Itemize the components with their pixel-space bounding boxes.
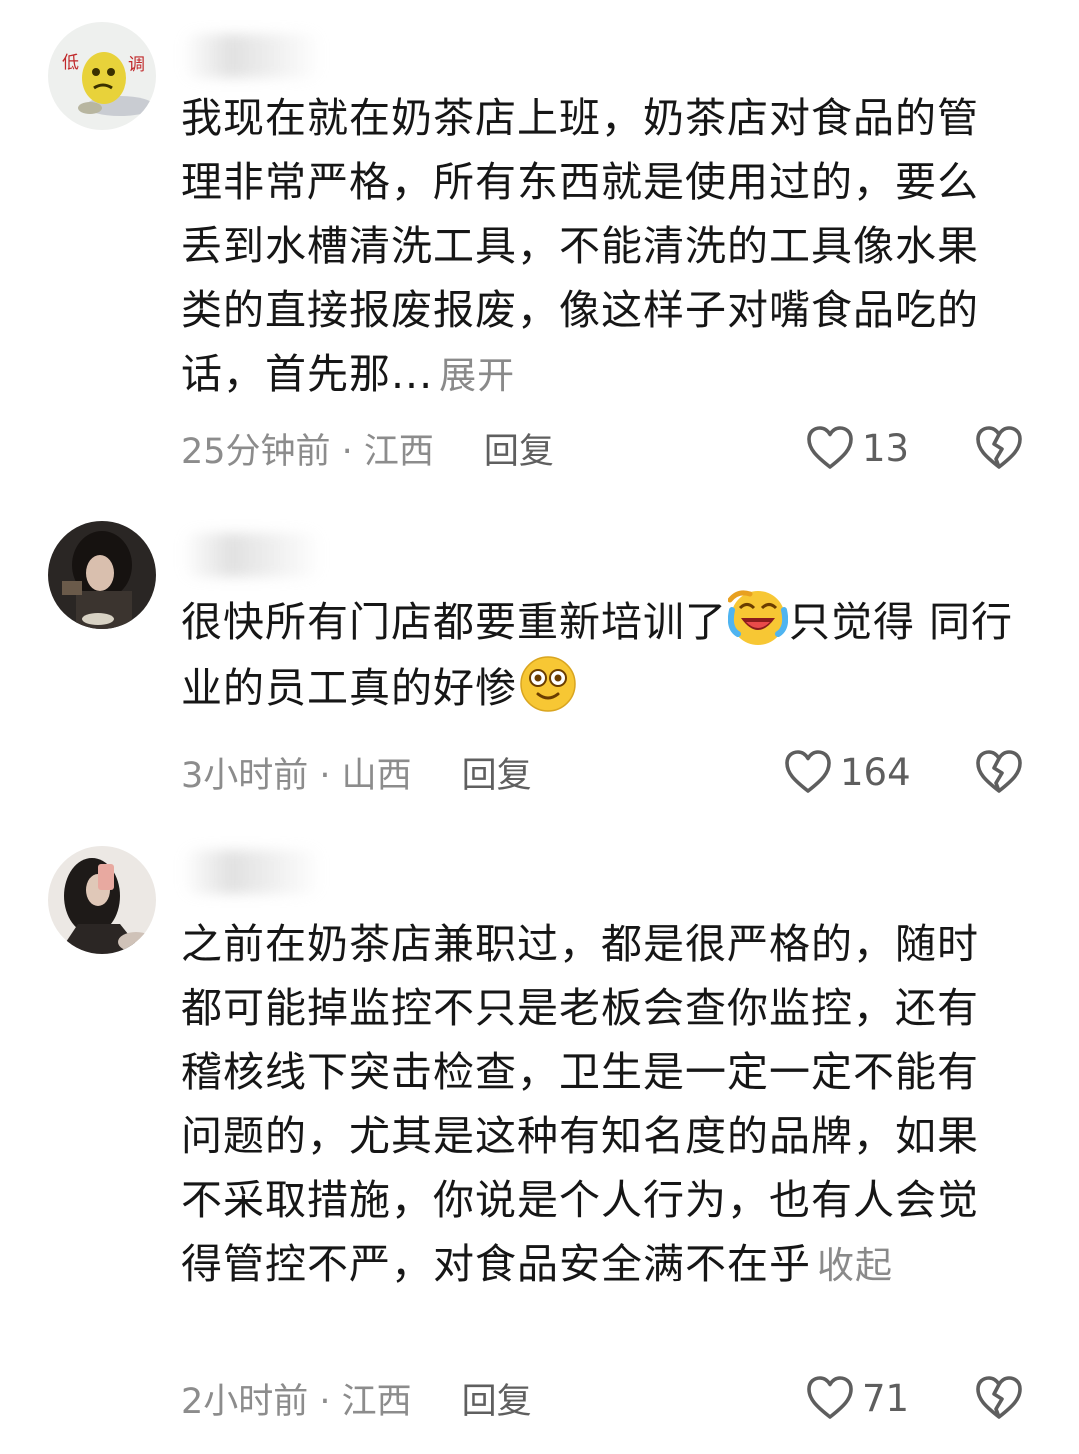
- comment-body: 之前在奶茶店兼职过，都是很严格的，随时都可能掉监控不只是老板会查你监控，还有稽核…: [181, 920, 979, 1288]
- timestamp-location: 2小时前 · 江西: [181, 1381, 412, 1422]
- like-button[interactable]: 71: [806, 1370, 909, 1426]
- broken-heart-icon: [976, 750, 1022, 793]
- like-button[interactable]: 13: [806, 420, 909, 476]
- laughing-crying-emoji: [728, 588, 788, 648]
- broken-heart-icon: [976, 426, 1022, 469]
- like-count: 164: [840, 750, 911, 794]
- dislike-button[interactable]: [975, 749, 1023, 795]
- like-button[interactable]: 164: [784, 744, 911, 800]
- username-blurred[interactable]: [182, 850, 322, 894]
- dizzy-smile-emoji: [518, 654, 578, 714]
- broken-heart-icon: [976, 1376, 1022, 1419]
- comment-meta: 25分钟前 · 江西 回复: [181, 420, 554, 476]
- comment-body: 我现在就在奶茶店上班，奶茶店对食品的管理非常严格，所有东西就是使用过的，要么丢到…: [181, 94, 979, 398]
- collapse-link[interactable]: 收起: [817, 1244, 893, 1287]
- avatar[interactable]: [48, 846, 156, 954]
- dislike-button[interactable]: [975, 425, 1023, 471]
- heart-outline-icon: [785, 750, 831, 793]
- comment-meta: 2小时前 · 江西 回复: [181, 1370, 532, 1426]
- avatar-char-2: 调: [128, 55, 145, 75]
- comment-text: 之前在奶茶店兼职过，都是很严格的，随时都可能掉监控不只是老板会查你监控，还有稽核…: [181, 912, 1016, 1298]
- comment-text: 很快所有门店都要重新培训了 只觉得 同行业的员工真的好惨: [181, 588, 1016, 720]
- avatar[interactable]: 低 调: [48, 22, 156, 130]
- dislike-button[interactable]: [975, 1375, 1023, 1421]
- reply-button[interactable]: 回复: [462, 747, 532, 798]
- heart-outline-icon: [807, 1376, 853, 1419]
- like-count: 71: [862, 1376, 910, 1420]
- timestamp-location: 25分钟前 · 江西: [181, 431, 434, 472]
- timestamp-location: 3小时前 · 山西: [181, 755, 412, 796]
- comment-body-part1: 很快所有门店都要重新培训了: [181, 598, 727, 646]
- username-blurred[interactable]: [182, 34, 322, 78]
- avatar-char-1: 低: [62, 53, 79, 73]
- reply-button[interactable]: 回复: [484, 423, 554, 474]
- comment-text: 我现在就在奶茶店上班，奶茶店对食品的管理非常严格，所有东西就是使用过的，要么丢到…: [181, 86, 1016, 408]
- comment-meta: 3小时前 · 山西 回复: [181, 744, 532, 800]
- like-count: 13: [862, 426, 910, 470]
- reply-button[interactable]: 回复: [462, 1373, 532, 1424]
- avatar[interactable]: [48, 521, 156, 629]
- expand-link[interactable]: 展开: [439, 354, 515, 397]
- username-blurred[interactable]: [182, 533, 322, 577]
- heart-outline-icon: [807, 426, 853, 469]
